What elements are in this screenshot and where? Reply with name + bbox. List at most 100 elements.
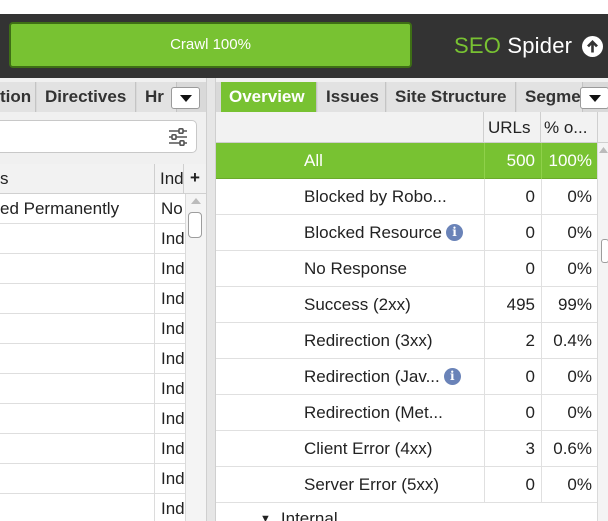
- urls-count-cell: 0: [484, 251, 541, 287]
- overview-table-body: All 500 100% Blocked by Robo... 0 0% Blocked R…: [216, 143, 597, 521]
- overview-row[interactable]: Redirection (3xx) 2 0.4%: [216, 323, 597, 359]
- overview-group-row[interactable]: ▼ Internal: [216, 503, 597, 521]
- overview-row-label: Client Error (4xx): [304, 431, 484, 467]
- tab-segments-partial[interactable]: Segme: [517, 82, 583, 112]
- left-table-header: s Ind +: [0, 164, 206, 194]
- toolbar: Crawl 100% SEO Spider: [0, 0, 608, 78]
- table-row[interactable]: Ind: [0, 494, 185, 521]
- left-tab-overflow-button[interactable]: [171, 87, 200, 109]
- tab-overview[interactable]: Overview: [221, 82, 317, 112]
- overview-row[interactable]: Client Error (4xx) 3 0.6%: [216, 431, 597, 467]
- percent-cell: 0%: [541, 395, 598, 431]
- urls-count-cell: 495: [484, 287, 541, 323]
- status-cell: [0, 314, 155, 344]
- overview-row[interactable]: Blocked by Robo... 0 0%: [216, 179, 597, 215]
- column-header-indexability[interactable]: Ind: [156, 164, 184, 194]
- group-label: ▼ Internal: [260, 509, 338, 521]
- info-icon[interactable]: i: [443, 368, 461, 385]
- crawl-progress-bar: Crawl 100%: [9, 22, 412, 68]
- table-row[interactable]: Ind: [0, 374, 185, 404]
- overview-row[interactable]: Server Error (5xx) 0 0%: [216, 467, 597, 503]
- overview-row-text: Success (2xx): [304, 295, 411, 314]
- percent-cell: 0%: [541, 179, 598, 215]
- info-icon[interactable]: i: [445, 224, 463, 241]
- urls-count-cell: 500: [484, 143, 541, 179]
- overview-row-label: Blocked by Robo...: [304, 179, 484, 215]
- right-tab-overflow-button[interactable]: [580, 87, 608, 109]
- indexability-cell: Ind: [161, 409, 185, 428]
- percent-cell: 0%: [541, 467, 598, 503]
- overview-row-label: Redirection (Jav... i: [304, 359, 484, 395]
- indexability-cell: Ind: [161, 319, 185, 338]
- percent-cell: 0%: [541, 251, 598, 287]
- overview-scrollbar[interactable]: [597, 143, 608, 521]
- status-cell: [0, 464, 155, 494]
- urls-count-cell: 0: [484, 179, 541, 215]
- column-header-status[interactable]: s: [0, 164, 155, 194]
- table-row[interactable]: Ind: [0, 314, 185, 344]
- table-row[interactable]: Ind: [0, 464, 185, 494]
- urls-count-cell: 0: [484, 395, 541, 431]
- status-cell: ed Permanently: [0, 194, 155, 224]
- urls-count-cell: 0: [484, 359, 541, 395]
- table-row[interactable]: Ind: [0, 224, 185, 254]
- tab-issues[interactable]: Issues: [318, 82, 386, 112]
- status-cell: [0, 494, 155, 521]
- arrow-up-circle-icon[interactable]: [582, 36, 603, 57]
- overview-row[interactable]: Redirection (Jav... i 0 0%: [216, 359, 597, 395]
- left-search-input[interactable]: [0, 120, 197, 153]
- logo-seo-text: SEO: [454, 33, 502, 58]
- table-row[interactable]: Ind: [0, 404, 185, 434]
- left-table-body: ed Permanently No Ind Ind Ind Ind Ind Ind Ind Ind…: [0, 194, 185, 521]
- left-pane: tion Directives Hr s Ind + ed Permanentl…: [0, 78, 206, 521]
- pane-splitter[interactable]: [206, 78, 216, 521]
- overview-row[interactable]: All 500 100%: [216, 143, 597, 179]
- overview-row-text: Redirection (3xx): [304, 331, 433, 350]
- left-table-scrollbar[interactable]: [185, 194, 206, 521]
- table-row[interactable]: Ind: [0, 434, 185, 464]
- tab-response-codes-partial[interactable]: tion: [0, 82, 36, 112]
- indexability-cell: Ind: [161, 349, 185, 368]
- table-row[interactable]: Ind: [0, 344, 185, 374]
- tab-directives[interactable]: Directives: [37, 82, 136, 112]
- left-scrollbar-thumb[interactable]: [188, 212, 202, 238]
- status-cell: [0, 224, 155, 254]
- overview-row[interactable]: Blocked Resource i 0 0%: [216, 215, 597, 251]
- overview-row-label: Success (2xx): [304, 287, 484, 323]
- overview-row-label: Blocked Resource i: [304, 215, 484, 251]
- overview-row[interactable]: Redirection (Met... 0 0%: [216, 395, 597, 431]
- scroll-up-icon[interactable]: [599, 147, 608, 153]
- overview-row-text: All: [304, 151, 323, 170]
- percent-cell: 0%: [541, 359, 598, 395]
- status-cell: [0, 374, 155, 404]
- toolbar-top-strip: [0, 0, 608, 14]
- overview-scrollbar-thumb[interactable]: [601, 239, 608, 263]
- column-header-percent[interactable]: % o...: [541, 112, 598, 143]
- column-header-urls[interactable]: URLs: [484, 112, 541, 143]
- status-cell: [0, 434, 155, 464]
- overview-row-text: Server Error (5xx): [304, 475, 440, 494]
- scroll-up-icon[interactable]: [191, 198, 201, 204]
- indexability-cell: Ind: [161, 439, 185, 458]
- urls-count-cell: 3: [484, 431, 541, 467]
- overview-row-text: Redirection (Met...: [304, 403, 443, 422]
- overview-table-header: URLs % o...: [216, 112, 608, 143]
- overview-row[interactable]: Success (2xx) 495 99%: [216, 287, 597, 323]
- percent-cell: 99%: [541, 287, 598, 323]
- table-row[interactable]: Ind: [0, 254, 185, 284]
- overview-row-text: No Response: [304, 259, 408, 278]
- tab-site-structure[interactable]: Site Structure: [387, 82, 516, 112]
- table-row[interactable]: Ind: [0, 284, 185, 314]
- urls-count-cell: 0: [484, 215, 541, 251]
- add-column-icon[interactable]: +: [184, 164, 206, 194]
- overview-row-label: No Response: [304, 251, 484, 287]
- table-row[interactable]: ed Permanently No: [0, 194, 185, 224]
- group-label-text: Internal: [280, 509, 338, 521]
- filter-sliders-icon[interactable]: [168, 128, 188, 146]
- overview-row[interactable]: No Response 0 0%: [216, 251, 597, 287]
- expand-triangle-icon[interactable]: ▼: [260, 513, 271, 521]
- chevron-down-icon: [180, 95, 192, 102]
- indexability-cell: Ind: [161, 229, 185, 248]
- status-cell: [0, 284, 155, 314]
- indexability-cell: Ind: [161, 379, 185, 398]
